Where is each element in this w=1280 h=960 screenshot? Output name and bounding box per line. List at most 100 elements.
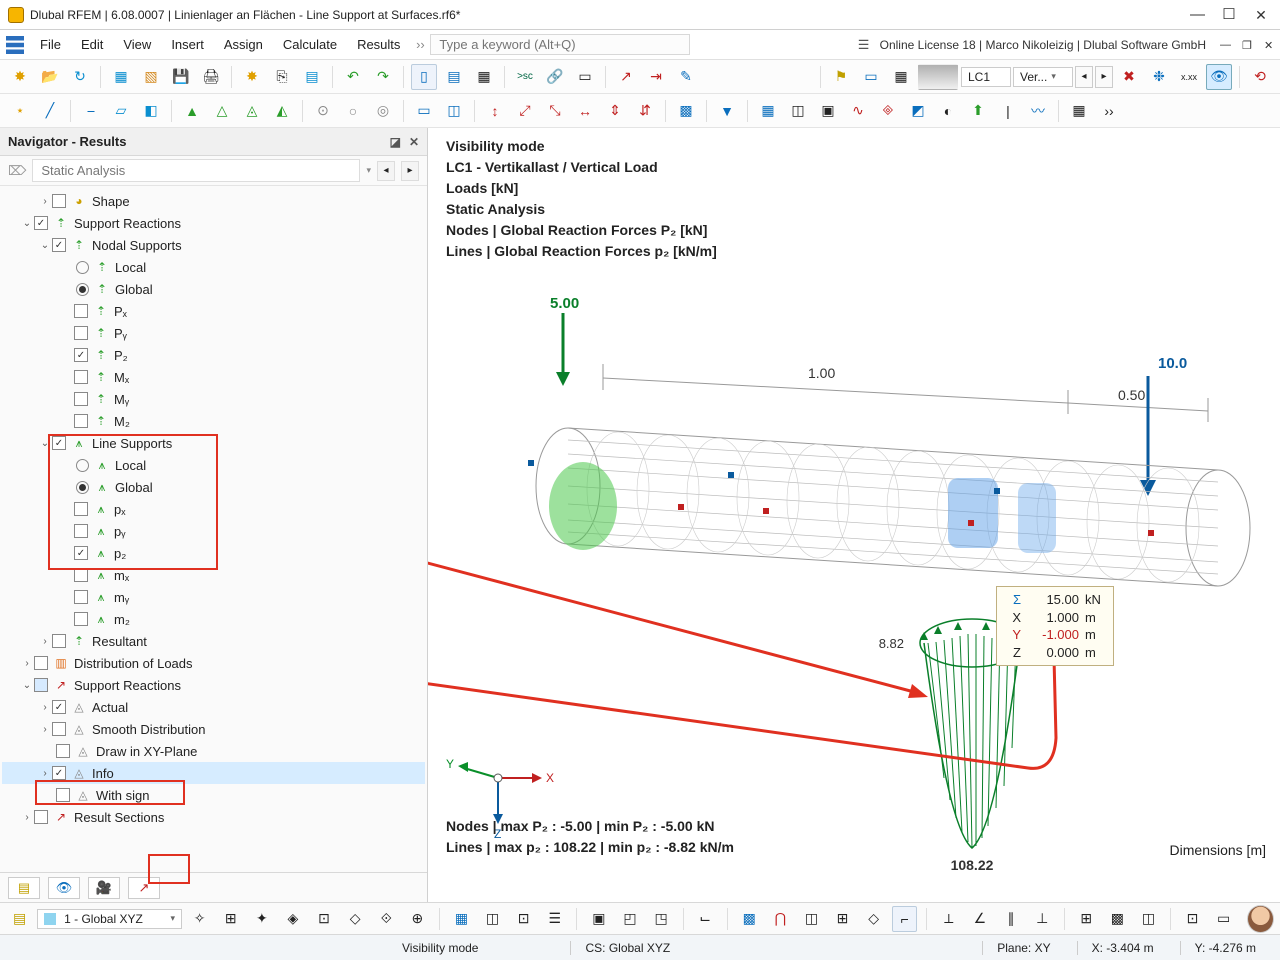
hinge2-button[interactable]: ○ <box>340 98 366 124</box>
sb7[interactable]: ⟐ <box>374 906 399 932</box>
menu-results[interactable]: Results <box>347 33 410 56</box>
result5-button[interactable]: 🞜 <box>875 98 901 124</box>
tree-line-local[interactable]: ⩚Local <box>2 454 425 476</box>
cs5-button[interactable]: ⇕ <box>602 98 628 124</box>
sbG[interactable]: ◳ <box>649 906 674 932</box>
navigator-close-button[interactable]: ✕ <box>409 135 419 149</box>
tree-drawxy[interactable]: ◬Draw in XY-Plane <box>2 740 425 762</box>
support-green4-button[interactable]: ◭ <box>269 98 295 124</box>
divider-button[interactable]: | <box>995 98 1021 124</box>
result2-button[interactable]: ◫ <box>785 98 811 124</box>
tree-nodal-pz[interactable]: ⇡P₂ <box>2 344 425 366</box>
app-menu-icon[interactable] <box>6 36 24 54</box>
link-button[interactable]: 🔗 <box>542 64 568 90</box>
open-file-button[interactable]: 📂 <box>37 64 63 90</box>
tree-smooth[interactable]: ›◬Smooth Distribution <box>2 718 425 740</box>
mesh-button[interactable]: ▩ <box>673 98 699 124</box>
panel-a-button[interactable]: ▯ <box>411 64 437 90</box>
navigator-undock-button[interactable]: ◪ <box>390 135 401 149</box>
sbB[interactable]: ◫ <box>480 906 505 932</box>
snap4[interactable]: ⊞ <box>830 906 855 932</box>
undo-button[interactable]: ↶ <box>340 64 366 90</box>
snap1[interactable]: ▩ <box>737 906 762 932</box>
extra2[interactable]: ▩ <box>1105 906 1130 932</box>
search-input[interactable] <box>430 34 690 55</box>
visibility-button[interactable]: 👁 <box>1206 64 1232 90</box>
line-tool-button[interactable]: ╱ <box>37 98 63 124</box>
new-file-button[interactable]: ✸ <box>7 64 33 90</box>
user-avatar[interactable] <box>1247 905 1274 933</box>
selection-tool-button[interactable]: ▭ <box>411 98 437 124</box>
navtab-view[interactable]: 👁 <box>48 877 80 899</box>
tree-line-mz[interactable]: ⩚m₂ <box>2 608 425 630</box>
isosurface-button[interactable]: ◐ <box>935 98 961 124</box>
tree-nodal-supports[interactable]: ⌄⇡Nodal Supports <box>2 234 425 256</box>
analysis-type-combo[interactable]: Static Analysis <box>32 159 360 182</box>
cs2-button[interactable]: ⤢ <box>512 98 538 124</box>
measure-button[interactable]: ↗ <box>613 64 639 90</box>
menu-edit[interactable]: Edit <box>71 33 113 56</box>
member-tool-button[interactable]: ⎯ <box>78 98 104 124</box>
print-button[interactable]: 🖨 <box>198 64 224 90</box>
sb2[interactable]: ⊞ <box>218 906 243 932</box>
support-green3-button[interactable]: ◬ <box>239 98 265 124</box>
tree-nodal-mx[interactable]: ⇡Mₓ <box>2 366 425 388</box>
prev-lc-button[interactable]: ◂ <box>1075 66 1093 88</box>
sbA[interactable]: ▦ <box>449 906 474 932</box>
tree-line-mx[interactable]: ⩚mₓ <box>2 564 425 586</box>
tree-nodal-mz[interactable]: ⇡M₂ <box>2 410 425 432</box>
snap5[interactable]: ◇ <box>861 906 886 932</box>
sb1[interactable]: ✧ <box>187 906 212 932</box>
tree-line-px[interactable]: ⩚pₓ <box>2 498 425 520</box>
cs1-button[interactable]: ↕ <box>482 98 508 124</box>
support-green2-button[interactable]: △ <box>209 98 235 124</box>
surface-tool-button[interactable]: ▱ <box>108 98 134 124</box>
extra5[interactable]: ▭ <box>1211 906 1236 932</box>
table-button[interactable]: ▤ <box>299 64 325 90</box>
support-green1-button[interactable]: ▲ <box>179 98 205 124</box>
model-button[interactable]: ▦ <box>108 64 134 90</box>
color-button[interactable] <box>918 64 958 90</box>
sb5[interactable]: ⊡ <box>311 906 336 932</box>
annotate-button[interactable]: ✎ <box>673 64 699 90</box>
panel-c-button[interactable]: ▦ <box>471 64 497 90</box>
load-case-name-combo[interactable]: Ver...▾ <box>1013 67 1073 87</box>
block-button[interactable]: ▧ <box>138 64 164 90</box>
window-maximize-button[interactable]: ☐ <box>1222 8 1236 22</box>
script-button[interactable]: >sc <box>512 64 538 90</box>
ortho2[interactable]: ∠ <box>967 906 992 932</box>
tree-info[interactable]: ›◬Info <box>2 762 425 784</box>
next-lc-button[interactable]: ▸ <box>1095 66 1113 88</box>
sb8[interactable]: ⊕ <box>405 906 430 932</box>
sbH[interactable]: ⌙ <box>693 906 718 932</box>
tree-line-py[interactable]: ⩚pᵧ <box>2 520 425 542</box>
tree-withsign[interactable]: ◬With sign <box>2 784 425 806</box>
end1-button[interactable]: ▦ <box>1066 98 1092 124</box>
hinge1-button[interactable]: ⊙ <box>310 98 336 124</box>
save-button[interactable]: 💾 <box>168 64 194 90</box>
dimension-button[interactable]: ⇥ <box>643 64 669 90</box>
tree-resultant[interactable]: ›⇡Resultant <box>2 630 425 652</box>
hinge3-button[interactable]: ◎ <box>370 98 396 124</box>
result6-button[interactable]: ◩ <box>905 98 931 124</box>
tree-result-sections[interactable]: ›↗Result Sections <box>2 806 425 828</box>
sbE[interactable]: ▣ <box>586 906 611 932</box>
mdi-minimize-button[interactable]: — <box>1220 39 1232 51</box>
xxx-button[interactable]: x.xx <box>1176 64 1202 90</box>
sbF[interactable]: ◰ <box>617 906 642 932</box>
menu-file[interactable]: File <box>30 33 71 56</box>
tree-nodal-local[interactable]: ⇡Local <box>2 256 425 278</box>
extra1[interactable]: ⊞ <box>1074 906 1099 932</box>
extra3[interactable]: ◫ <box>1136 906 1161 932</box>
mdi-restore-button[interactable]: ❐ <box>1242 39 1254 51</box>
view-mode-button[interactable]: ▭ <box>858 64 884 90</box>
sb6[interactable]: ◇ <box>343 906 368 932</box>
delete-lc-button[interactable]: ✖ <box>1116 64 1142 90</box>
tree-line-my[interactable]: ⩚mᵧ <box>2 586 425 608</box>
view-nav-button[interactable]: ▤ <box>7 906 32 932</box>
load-case-combo[interactable]: LC1 <box>961 67 1011 87</box>
opening-tool-button[interactable]: ◫ <box>441 98 467 124</box>
sb3[interactable]: ✦ <box>249 906 274 932</box>
tree-line-pz[interactable]: ⩚p₂ <box>2 542 425 564</box>
menu-overflow-icon[interactable]: ›› <box>410 37 430 52</box>
